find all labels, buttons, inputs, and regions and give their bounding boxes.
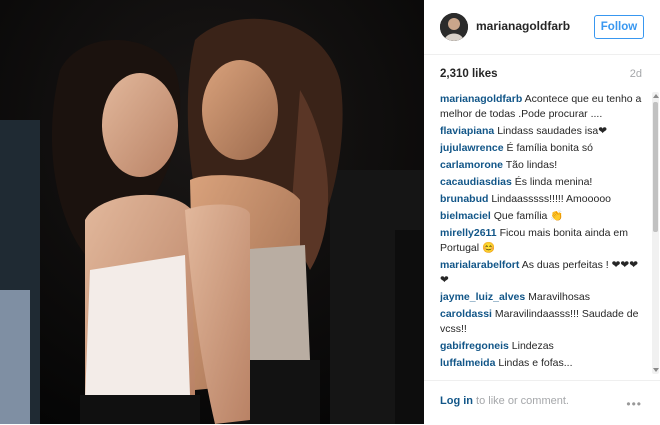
comment-username[interactable]: mirelly2611 xyxy=(440,227,497,239)
login-link[interactable]: Log in xyxy=(440,395,473,407)
comments-list: marianagoldfarb Acontece que eu tenho a … xyxy=(440,92,646,370)
comment-text: Que família 👏 xyxy=(493,210,564,222)
comment-text: Lindezas xyxy=(511,340,554,352)
comment: gabifregoneis Lindezas xyxy=(440,339,646,354)
comment-username[interactable]: flaviapiana xyxy=(440,125,494,137)
comment-text: Maravilhosas xyxy=(528,291,591,303)
comment: mirelly2611 Ficou mais bonita ainda em P… xyxy=(440,226,646,256)
avatar[interactable] xyxy=(440,13,468,41)
post-footer: Log in to like or comment. ••• xyxy=(424,380,660,425)
comment: marianagoldfarb Acontece que eu tenho a … xyxy=(440,92,646,122)
comment: brunabud Lindaasssss!!!!! Amooooo xyxy=(440,192,646,207)
comment-text: É família bonita só xyxy=(506,142,593,154)
login-prompt: Log in to like or comment. xyxy=(440,395,569,407)
comment: flaviapiana Lindass saudades isa❤ xyxy=(440,124,646,139)
post-photo[interactable] xyxy=(0,0,424,424)
comment-username[interactable]: jayme_luiz_alves xyxy=(440,291,525,303)
post-age[interactable]: 2d xyxy=(630,68,642,80)
comment: marialarabelfort As duas perfeitas ! ❤❤❤… xyxy=(440,258,646,288)
comment-text: És linda menina! xyxy=(514,176,593,188)
comment-text: Lindas e fofas... xyxy=(498,357,573,369)
comment-username[interactable]: brunabud xyxy=(440,193,488,205)
instagram-post: marianagoldfarb Follow 2,310 likes 2d ma… xyxy=(0,0,660,424)
comment: luffalmeida Lindas e fofas... xyxy=(440,356,646,370)
comments-scrollbar[interactable] xyxy=(652,92,659,374)
scroll-down-arrow-icon[interactable] xyxy=(653,368,659,372)
photo-illustration xyxy=(0,0,424,424)
post-sidebar: marianagoldfarb Follow 2,310 likes 2d ma… xyxy=(424,0,660,424)
comment-username[interactable]: carlamorone xyxy=(440,159,503,171)
comment: carlamorone Tão lindas! xyxy=(440,158,646,173)
scroll-up-arrow-icon[interactable] xyxy=(653,94,659,98)
comment-username[interactable]: marianagoldfarb xyxy=(440,93,522,105)
comment: bielmaciel Que família 👏 xyxy=(440,209,646,224)
follow-button[interactable]: Follow xyxy=(594,15,644,39)
comment-text: Tão lindas! xyxy=(505,159,558,171)
comment-username[interactable]: gabifregoneis xyxy=(440,340,509,352)
comment-username[interactable]: luffalmeida xyxy=(440,357,495,369)
post-username[interactable]: marianagoldfarb xyxy=(476,19,570,33)
post-header: marianagoldfarb Follow xyxy=(424,0,660,55)
comment-username[interactable]: caroldassi xyxy=(440,308,492,320)
comment: jayme_luiz_alves Maravilhosas xyxy=(440,290,646,305)
comment-text: Lindaasssss!!!!! Amooooo xyxy=(491,193,611,205)
login-prompt-text: to like or comment. xyxy=(473,395,569,407)
scrollbar-thumb[interactable] xyxy=(653,102,658,232)
avatar-image xyxy=(440,13,468,41)
more-options-icon[interactable]: ••• xyxy=(626,397,642,411)
comment-username[interactable]: marialarabelfort xyxy=(440,259,519,271)
comment: caroldassi Maravilindaasss!!! Saudade de… xyxy=(440,307,646,337)
comment-text: Lindass saudades isa❤ xyxy=(497,125,607,137)
likes-count[interactable]: 2,310 likes xyxy=(440,68,498,80)
comment-username[interactable]: bielmaciel xyxy=(440,210,491,222)
comment-username[interactable]: jujulawrence xyxy=(440,142,504,154)
comment: jujulawrence É família bonita só xyxy=(440,141,646,156)
comment: cacaudiasdias És linda menina! xyxy=(440,175,646,190)
comment-username[interactable]: cacaudiasdias xyxy=(440,176,512,188)
